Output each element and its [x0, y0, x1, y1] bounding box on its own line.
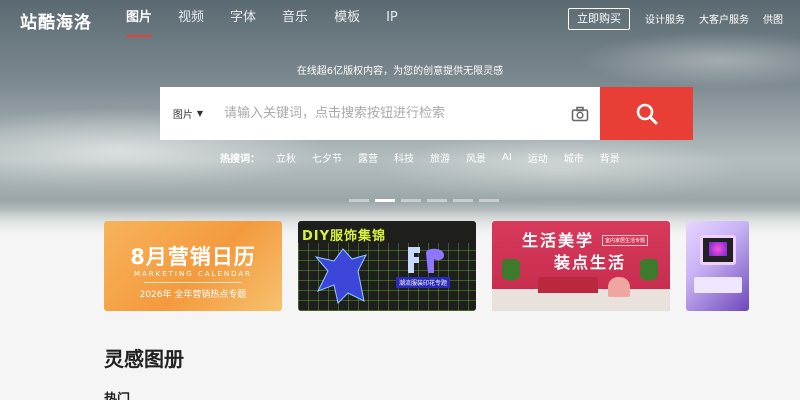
figure-illustration: [314, 248, 367, 304]
screen-glow: [709, 242, 727, 256]
banner-title-secondary: 装点生活: [554, 253, 627, 272]
search-input[interactable]: [216, 87, 560, 140]
hot-item[interactable]: 风景: [466, 150, 486, 165]
chevron-down-icon: ▼: [196, 109, 204, 118]
nav-item-ip[interactable]: IP: [386, 0, 398, 38]
section-title: 灵感图册: [104, 347, 184, 371]
banner-life-aesthetics[interactable]: 生活美学 室内家居生活专题 装点生活: [492, 221, 670, 311]
search-icon: [636, 103, 657, 124]
camera-search-icon[interactable]: [560, 87, 600, 140]
search-button[interactable]: [600, 87, 693, 140]
hot-searches-label: 热搜词：: [220, 154, 260, 165]
banner-diy-clothing[interactable]: DIY服饰集锦 潮流服装印花专题: [298, 221, 476, 311]
nav-item-music[interactable]: 音乐: [282, 0, 308, 38]
chair-illustration: [608, 277, 630, 297]
hot-item[interactable]: 背景: [600, 150, 620, 165]
plant-illustration: [502, 259, 520, 293]
sofa-illustration: [538, 277, 598, 293]
nav-item-templates[interactable]: 模板: [334, 0, 360, 38]
hot-item[interactable]: 七夕节: [312, 150, 342, 165]
carousel-dot[interactable]: [349, 199, 369, 202]
banner-divider: [144, 282, 242, 283]
search-bar: 图片 ▼: [160, 87, 693, 140]
banner-subtitle: MARKETING CALENDAR: [133, 270, 253, 278]
nav-item-videos[interactable]: 视频: [178, 0, 204, 38]
hot-item[interactable]: 旅游: [430, 150, 450, 165]
nav-item-fonts[interactable]: 字体: [230, 0, 256, 38]
buy-now-button[interactable]: 立即购买: [568, 8, 630, 30]
section-subtitle: 热门: [104, 392, 131, 400]
enterprise-service-link[interactable]: 大客户服务: [699, 11, 749, 26]
search-type-label: 图片: [172, 110, 193, 121]
keyboard-illustration: [694, 277, 742, 293]
letters-illustration: [408, 247, 444, 273]
site-logo[interactable]: 站酷海洛: [20, 8, 92, 33]
carousel-dot[interactable]: [479, 199, 499, 202]
plant-illustration: [640, 259, 658, 293]
banner-tag: 室内家居生活专题: [602, 235, 649, 246]
hot-item[interactable]: 露营: [358, 150, 378, 165]
banner-marketing-calendar[interactable]: 8月营销日历 MARKETING CALENDAR 2026年 全年营销热点专题: [104, 221, 282, 311]
banner-title: 生活美学: [522, 231, 595, 250]
banner-title: 8月营销日历: [130, 245, 256, 269]
banner-retro-computer[interactable]: [686, 221, 749, 311]
hot-item[interactable]: 立秋: [276, 150, 296, 165]
header-links: 设计服务 大客户服务 供图: [645, 11, 797, 26]
banner-subtitle: 潮流服装印花专题: [396, 277, 451, 288]
hot-item[interactable]: 科技: [394, 150, 414, 165]
carousel-dot[interactable]: [427, 199, 447, 202]
carousel-dot[interactable]: [453, 199, 473, 202]
search-type-dropdown[interactable]: 图片 ▼: [160, 87, 216, 140]
carousel-dot-active[interactable]: [375, 199, 395, 202]
contributor-link[interactable]: 供图: [763, 11, 783, 26]
hot-item[interactable]: AI: [502, 152, 512, 163]
hot-item[interactable]: 城市: [564, 150, 584, 165]
hot-item[interactable]: 运动: [528, 150, 548, 165]
hero-tagline: 在线超6亿版权内容，为您的创意提供无限灵感: [296, 66, 504, 77]
design-service-link[interactable]: 设计服务: [645, 11, 685, 26]
carousel-dot[interactable]: [401, 199, 421, 202]
nav-item-images[interactable]: 图片: [126, 0, 153, 38]
hot-searches: 热搜词： 立秋 七夕节 露营 科技 旅游 风景 AI 运动 城市 背景: [220, 150, 636, 165]
banner-title: DIY服饰集锦: [302, 229, 387, 244]
main-nav: 图片 视频 字体 音乐 模板 IP: [126, 0, 424, 38]
banner-footer: 2026年 全年营销热点专题: [139, 290, 247, 300]
carousel-dots: [349, 199, 505, 202]
